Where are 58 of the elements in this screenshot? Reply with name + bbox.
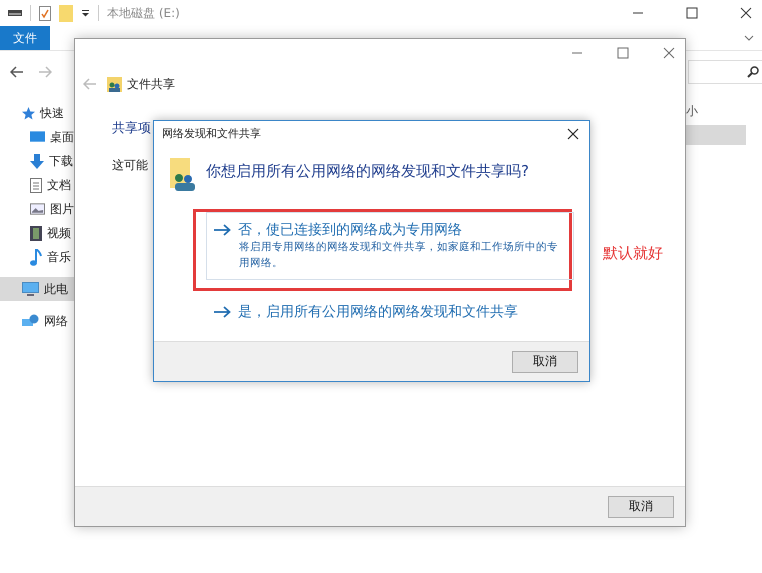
- cancel-button[interactable]: 取消: [608, 496, 674, 518]
- cancel-button[interactable]: 取消: [512, 350, 578, 373]
- drive-icon[interactable]: [8, 9, 22, 17]
- nav-label: 快速: [40, 104, 64, 122]
- section-heading: 共享项: [112, 120, 151, 137]
- option-description: 将启用专用网络的网络发现和文件共享，如家庭和工作场所中的专用网络。: [239, 240, 559, 272]
- description-text: 这可能: [112, 157, 148, 174]
- maximize-icon[interactable]: [617, 47, 629, 59]
- nav-item[interactable]: 文档: [0, 173, 74, 197]
- users-icon: [170, 158, 196, 192]
- network-icon: [22, 314, 39, 328]
- nav-label: 桌面: [50, 128, 74, 146]
- column-header[interactable]: 小: [686, 103, 762, 123]
- users-icon: [107, 76, 122, 92]
- search-icon: [747, 66, 759, 78]
- caret-icon[interactable]: [81, 9, 90, 17]
- option-title: 否，使已连接到的网络成为专用网络: [238, 221, 462, 240]
- star-icon: [22, 106, 35, 120]
- nav-item[interactable]: 此电: [0, 277, 74, 301]
- nav-item[interactable]: 下载: [0, 149, 74, 173]
- annotation-text: 默认就好: [603, 244, 663, 263]
- maximize-icon[interactable]: [686, 7, 698, 19]
- window-title: 文件共享: [127, 76, 175, 92]
- nav-label: 网络: [44, 312, 68, 330]
- nav-label: 文档: [47, 176, 71, 194]
- film-icon: [30, 226, 42, 240]
- nav-label: 图片: [50, 200, 74, 218]
- search-field[interactable]: [688, 60, 762, 84]
- document-icon: [30, 178, 42, 192]
- image-icon: [30, 203, 45, 215]
- nav-item[interactable]: 网络: [0, 309, 74, 333]
- close-icon[interactable]: [567, 128, 579, 140]
- checklist-icon[interactable]: [39, 6, 51, 20]
- nav-label: 下载: [49, 152, 73, 170]
- dialog-question: 你想启用所有公用网络的网络发现和文件共享吗?: [206, 162, 529, 182]
- close-icon[interactable]: [740, 7, 752, 19]
- music-note-icon: [30, 248, 42, 266]
- arrow-icon: [214, 306, 231, 318]
- nav-item[interactable]: 桌面: [0, 125, 74, 149]
- nav-item[interactable]: 视频: [0, 221, 74, 245]
- option-title: 是，启用所有公用网络的网络发现和文件共享: [238, 303, 518, 322]
- nav-label: 此电: [44, 280, 68, 298]
- nav-item[interactable]: 音乐: [0, 245, 74, 269]
- back-arrow-icon[interactable]: [10, 66, 24, 78]
- arrow-icon: [214, 224, 231, 236]
- window-title: 本地磁盘 (E:): [107, 4, 180, 22]
- monitor-icon: [30, 131, 45, 143]
- chevron-icon[interactable]: [744, 35, 754, 41]
- option-link[interactable]: 是，启用所有公用网络的网络发现和文件共享: [206, 294, 574, 330]
- nav-label: 音乐: [47, 248, 71, 266]
- nav-label: 视频: [47, 224, 71, 242]
- dialog-title: 网络发现和文件共享: [162, 126, 261, 142]
- nav-item[interactable]: 快速: [0, 101, 74, 125]
- download-icon: [30, 154, 44, 168]
- option-link[interactable]: 否，使已连接到的网络成为专用网络 将启用专用网络的网络发现和文件共享，如家庭和工作场所中的专用网络。: [206, 212, 574, 280]
- computer-icon: [22, 282, 39, 296]
- ribbon-tab[interactable]: 文件: [0, 26, 50, 50]
- nav-item[interactable]: 图片: [0, 197, 74, 221]
